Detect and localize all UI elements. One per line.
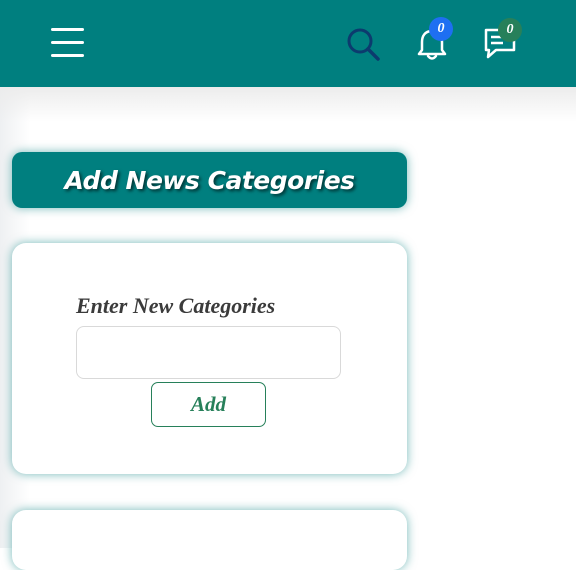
message-count-badge: 0 xyxy=(498,18,522,42)
page-title-banner: Add News Categories xyxy=(12,152,407,208)
categories-list-card xyxy=(12,510,407,570)
search-icon[interactable] xyxy=(345,26,381,62)
notification-count-badge: 0 xyxy=(429,17,453,41)
category-input[interactable] xyxy=(76,326,341,379)
hamburger-menu-icon[interactable] xyxy=(51,28,84,58)
add-button[interactable]: Add xyxy=(151,382,266,427)
top-navbar: 0 0 xyxy=(0,0,576,87)
add-category-card: Enter New Categories Add xyxy=(12,243,407,474)
category-field-label: Enter New Categories xyxy=(76,293,276,318)
page-title: Add News Categories xyxy=(64,165,355,195)
